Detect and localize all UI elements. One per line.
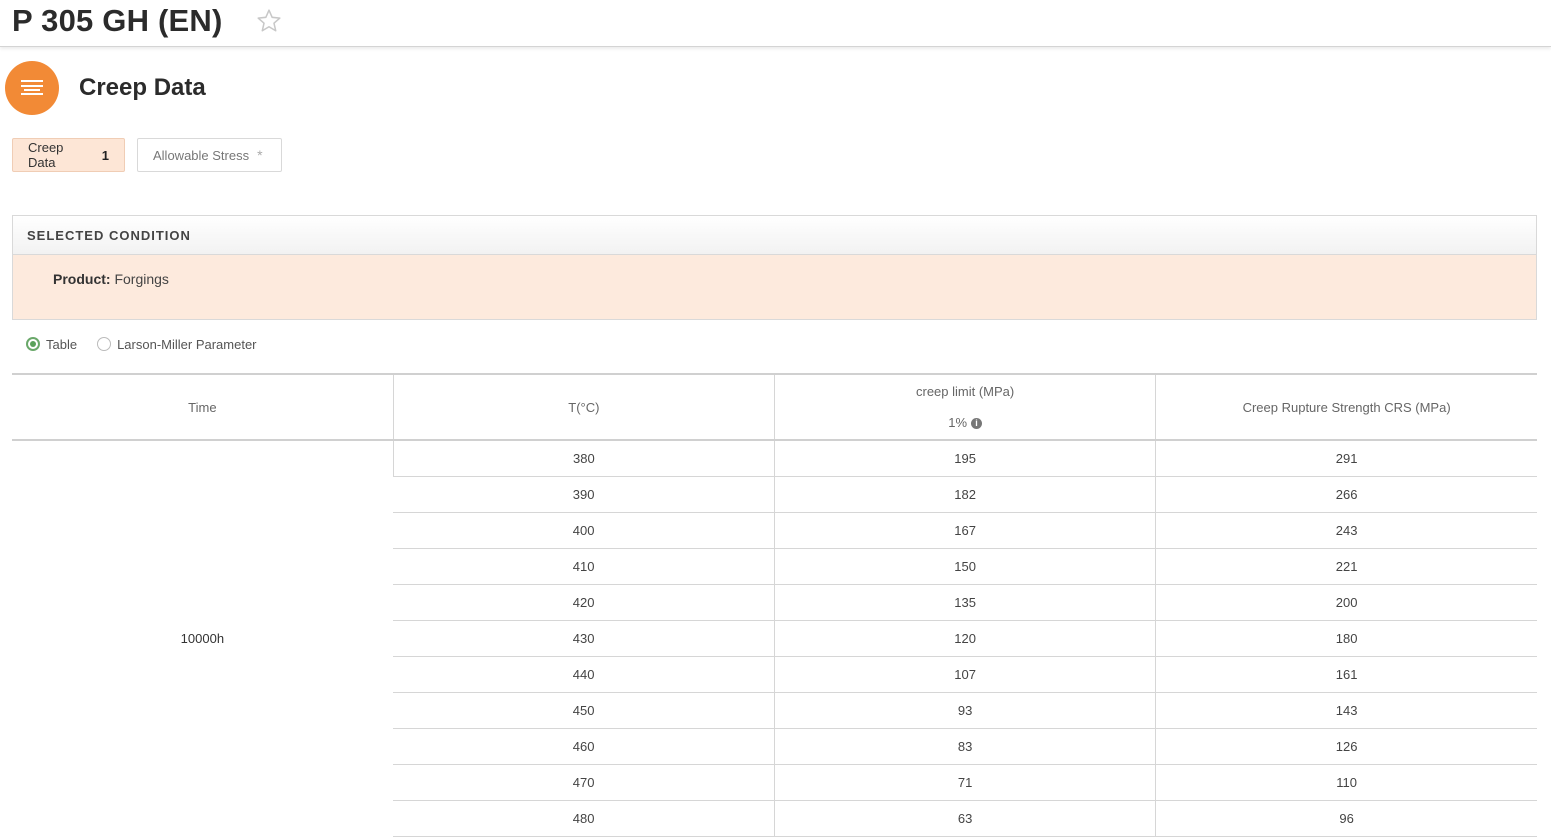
crs-cell: 200 (1155, 584, 1537, 621)
temp-cell: 460 (393, 728, 775, 765)
column-header-crs: Creep Rupture Strength CRS (MPa) (1155, 373, 1537, 441)
crs-cell: 266 (1155, 476, 1537, 513)
creep-limit-cell: 120 (773, 620, 1156, 657)
temp-cell: 380 (392, 440, 775, 477)
crs-cell: 143 (1155, 692, 1537, 729)
top-bar: P 305 GH (EN) (0, 0, 1551, 47)
tab-label: Creep Data (28, 140, 64, 170)
view-toggle: Table Larson-Miller Parameter (26, 335, 277, 353)
condition-header: SELECTED CONDITION (13, 216, 1536, 255)
info-icon[interactable]: i (971, 418, 983, 429)
creep-limit-cell: 107 (773, 656, 1156, 693)
tab-allowable-stress[interactable]: Allowable Stress * (137, 138, 282, 172)
creep-limit-cell: 135 (773, 584, 1156, 621)
crs-cell: 221 (1155, 548, 1537, 585)
temp-cell: 390 (393, 476, 775, 513)
crs-cell: 96 (1155, 800, 1537, 837)
creep-limit-cell: 167 (773, 512, 1156, 549)
product-label: Product: (53, 271, 111, 287)
temp-cell: 450 (393, 692, 775, 729)
section-title: Creep Data (79, 74, 206, 101)
tab-creep-data[interactable]: Creep Data 1 (12, 138, 125, 172)
radio-table-label: Table (46, 336, 78, 352)
tab-count-badge: * (257, 147, 263, 163)
column-header-time: Time (12, 373, 394, 441)
product-value: Forgings (114, 271, 169, 287)
radio-larson-miller[interactable]: Larson-Miller Parameter (97, 336, 257, 352)
temp-cell: 430 (393, 620, 775, 657)
creep-limit-cell: 150 (773, 548, 1156, 585)
creep-limit-cell: 63 (773, 800, 1156, 837)
creep-limit-percent: 1% (948, 415, 968, 430)
condition-body: Product: Forgings (13, 255, 1536, 319)
temp-cell: 400 (393, 512, 775, 549)
list-lines-icon (5, 61, 59, 115)
creep-limit-cell: 195 (773, 440, 1156, 477)
radio-lmp-label: Larson-Miller Parameter (117, 336, 257, 352)
time-cell: 10000h (180, 631, 225, 647)
creep-data-table: Time T(°C) creep limit (MPa) 1% i Creep R… (12, 373, 1537, 837)
temp-cell: 410 (393, 548, 775, 585)
temp-cell: 420 (393, 584, 775, 621)
crs-cell: 180 (1155, 620, 1537, 657)
temp-cell: 470 (393, 764, 775, 801)
temp-cell: 440 (393, 656, 775, 693)
creep-limit-label: creep limit (MPa) (916, 384, 1015, 399)
radio-table[interactable]: Table (26, 337, 77, 352)
tab-count-badge: 1 (101, 147, 109, 163)
creep-limit-cell: 71 (773, 764, 1156, 801)
star-outline-icon[interactable] (256, 8, 282, 34)
radio-unchecked-icon[interactable] (97, 337, 112, 351)
material-title: P 305 GH (EN) (12, 3, 223, 38)
column-header-temp: T(°C) (392, 373, 775, 441)
selected-condition-panel: SELECTED CONDITION Product: Forgings (12, 215, 1537, 320)
crs-cell: 291 (1155, 440, 1537, 477)
creep-limit-cell: 83 (773, 728, 1156, 765)
creep-limit-cell: 93 (773, 692, 1156, 729)
crs-cell: 126 (1155, 728, 1537, 765)
crs-cell: 161 (1155, 656, 1537, 693)
creep-limit-subheader: 1% i (776, 415, 1154, 430)
crs-cell: 110 (1155, 764, 1537, 801)
tab-label: Allowable Stress (153, 147, 250, 163)
radio-checked-icon[interactable] (26, 337, 40, 351)
temp-cell: 480 (393, 800, 775, 837)
table-row: 10000h 380 195 291 (12, 440, 1537, 646)
column-header-creep-limit: creep limit (MPa) 1% i (773, 373, 1156, 441)
creep-limit-cell: 182 (773, 476, 1156, 513)
crs-cell: 243 (1155, 512, 1537, 549)
